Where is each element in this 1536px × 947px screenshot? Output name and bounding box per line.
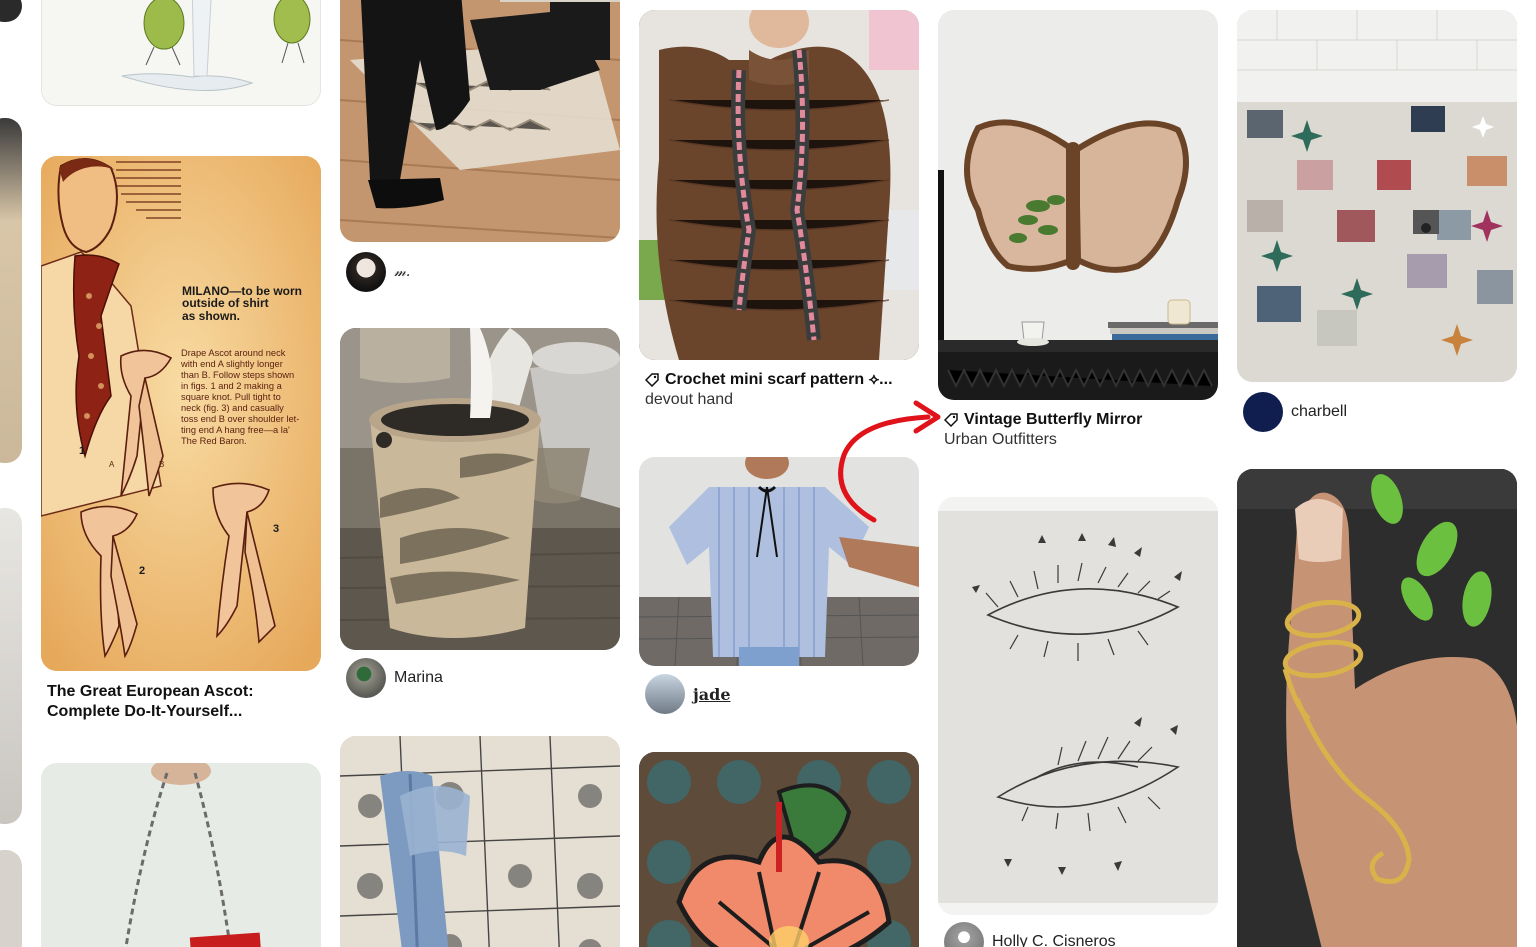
pin-user-row[interactable]: Marina xyxy=(346,658,443,698)
pin-title: Crochet mini scarf pattern ⟡... xyxy=(665,371,893,388)
eye-sketch-image xyxy=(938,497,1218,915)
illustration-heading-2: outside of shirt xyxy=(182,296,269,310)
username: Holly C. Cisneros xyxy=(992,933,1116,947)
pin-black-pants[interactable] xyxy=(340,0,620,242)
instruction-line: in figs. 1 and 2 making a xyxy=(181,381,283,391)
stained-glass-image xyxy=(639,752,919,947)
pin-ceramic-cup[interactable] xyxy=(340,328,620,650)
pin-user-row[interactable]: Holly C. Cisneros xyxy=(944,922,1116,947)
pin-star-tiles[interactable] xyxy=(1237,10,1517,382)
pin-butterfly-meta: Vintage Butterfly Mirror Urban Outfitter… xyxy=(944,410,1214,450)
username: charbell xyxy=(1291,403,1348,420)
pin-user-row[interactable]: charbell xyxy=(1243,392,1347,432)
gold-ring-image xyxy=(1237,469,1517,947)
black-pants-image xyxy=(340,0,620,242)
end-a-label: A xyxy=(109,460,115,469)
instruction-line: toss end B over shoulder let- xyxy=(181,414,299,424)
pin-denim-toile[interactable] xyxy=(340,736,620,947)
pin-eye-sketch[interactable] xyxy=(938,497,1218,915)
pin-chain-bag[interactable] xyxy=(41,763,321,947)
end-b-label: B xyxy=(159,460,164,469)
edge-pin-1[interactable] xyxy=(0,0,22,22)
illustration-heading-3: as shown. xyxy=(182,309,240,323)
avatar xyxy=(645,674,685,714)
username: jade xyxy=(693,684,731,704)
ascot-illustration-image: MILANO—to be worn outside of shirt as sh… xyxy=(41,156,321,671)
denim-toile-image xyxy=(340,736,620,947)
pin-butterfly-mirror[interactable] xyxy=(938,10,1218,400)
edge-pin-2[interactable] xyxy=(0,118,22,463)
chain-bag-image xyxy=(41,763,321,947)
pin-stained-glass[interactable] xyxy=(639,752,919,947)
crochet-scarf-image xyxy=(639,10,919,360)
pin-title: Vintage Butterfly Mirror xyxy=(964,411,1143,428)
pin-ascot-illustration[interactable]: MILANO—to be worn outside of shirt as sh… xyxy=(41,156,321,671)
pin-title-row: Crochet mini scarf pattern ⟡... xyxy=(645,370,915,390)
curved-arrow-icon xyxy=(838,400,941,523)
pin-avocado-illustration[interactable] xyxy=(41,0,321,106)
instruction-line: neck (fig. 3) and casually xyxy=(181,403,284,413)
pin-gold-ring[interactable] xyxy=(1237,469,1517,947)
ceramic-cup-image xyxy=(340,328,620,650)
pin-user-row[interactable]: jade xyxy=(645,674,731,714)
edge-pin-3[interactable] xyxy=(0,508,22,824)
avatar xyxy=(346,658,386,698)
avatar xyxy=(944,922,984,947)
pin-title-row: Vintage Butterfly Mirror xyxy=(944,410,1214,430)
instruction-line: The Red Baron. xyxy=(181,436,247,446)
pin-user-row[interactable]: 𝓂. xyxy=(346,252,410,292)
instruction-line: Drape Ascot around neck xyxy=(181,348,286,358)
avatar xyxy=(1243,392,1283,432)
fig1-label: 1 xyxy=(79,445,85,457)
instruction-line: with end A slightly longer xyxy=(180,359,283,369)
username: Marina xyxy=(394,669,443,686)
username: 𝓂. xyxy=(394,264,411,280)
pin-title: Complete Do-It-Yourself... xyxy=(47,703,243,720)
instruction-line: square knot. Pull tight to xyxy=(181,392,281,402)
fig2-label: 2 xyxy=(139,565,145,577)
edge-pin-4[interactable] xyxy=(0,850,22,947)
butterfly-mirror-image xyxy=(938,10,1218,400)
star-tiles-image xyxy=(1237,10,1517,382)
pin-ascot-meta: The Great European Ascot: Complete Do-It… xyxy=(47,682,317,722)
avatar xyxy=(346,252,386,292)
pin-title: The Great European Ascot: xyxy=(47,683,254,700)
pin-crochet-scarf[interactable] xyxy=(639,10,919,360)
tag-icon xyxy=(645,373,659,387)
instruction-line: ting end A hang free—a la' xyxy=(181,425,290,435)
avocado-illustration-image xyxy=(42,0,320,105)
instruction-line: than B. Follow steps shown xyxy=(181,370,294,380)
fig3-label: 3 xyxy=(273,523,279,535)
pin-subtitle: Urban Outfitters xyxy=(944,431,1057,448)
